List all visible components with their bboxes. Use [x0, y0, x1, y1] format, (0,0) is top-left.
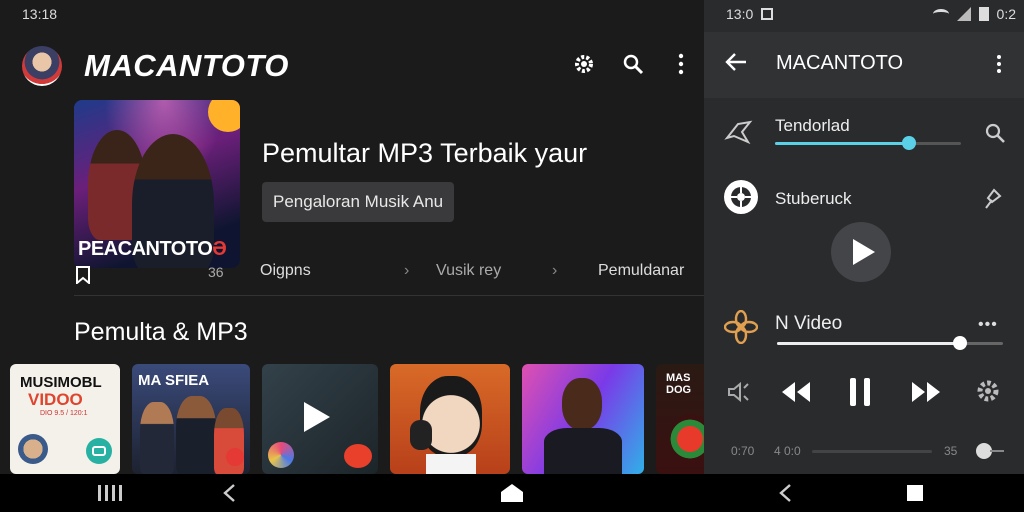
hero-caption: PEACANTOTOƏ — [78, 238, 227, 260]
seek-bar[interactable] — [812, 450, 932, 453]
wifi-icon — [932, 9, 949, 19]
row2-label: Stuberuck — [775, 189, 852, 208]
more-horiz-icon[interactable]: ••• — [978, 316, 998, 334]
overview-nav-icon[interactable] — [900, 474, 930, 512]
chevron-right-icon: › — [552, 262, 558, 279]
pause-icon[interactable] — [848, 376, 872, 413]
headphones-icon — [410, 420, 432, 450]
rewind-icon[interactable] — [780, 380, 812, 409]
status-time: 13:0 — [726, 6, 774, 22]
panel-title: MACANTOTO — [776, 52, 904, 74]
pin-icon[interactable] — [980, 186, 1002, 217]
home-nav-icon[interactable] — [496, 474, 528, 512]
bookmark-count: 36 — [208, 264, 224, 280]
back-arrow-icon[interactable] — [724, 52, 748, 77]
notification-icon — [761, 8, 774, 20]
play-button[interactable] — [831, 222, 891, 282]
more-vert-icon[interactable] — [996, 54, 1002, 79]
status-right: 0:2 — [932, 6, 1016, 22]
time-mid: 4 0:0 — [774, 444, 801, 458]
video-progress-slider[interactable] — [777, 336, 1003, 350]
album-tile[interactable]: MAS DOG — [656, 364, 704, 474]
play-icon[interactable] — [302, 400, 332, 439]
system-nav-bar — [0, 474, 1024, 512]
bookmark-icon[interactable] — [76, 266, 90, 289]
slider-thumb[interactable] — [901, 136, 916, 150]
search-icon[interactable] — [619, 50, 647, 78]
bird-icon — [724, 118, 754, 151]
row1-label: Tendorlad — [775, 116, 850, 135]
album-tile[interactable]: MA SFIEA — [132, 364, 250, 474]
recents-icon[interactable] — [90, 474, 130, 512]
status-time: 13:18 — [22, 6, 58, 22]
hero-heading: Pemultar MP3 Terbaik yaur — [262, 138, 588, 168]
flower-icon — [723, 309, 759, 349]
time-elapsed: 0:70 — [731, 444, 755, 458]
avatar[interactable] — [22, 46, 62, 86]
battery-icon — [978, 7, 989, 21]
settings-gear-icon[interactable] — [975, 378, 1001, 409]
avatar — [18, 434, 48, 464]
vinyl-icon — [724, 180, 758, 214]
main-app: 13:18 MACANTOTO PEACANTOTOƏ Pemultar MP3… — [0, 0, 704, 474]
record-icon[interactable] — [344, 444, 372, 468]
breadcrumb: 36 Oigpns › Vusik rey › Pemuldanar — [74, 262, 704, 296]
slider-thumb[interactable] — [953, 336, 968, 350]
crumb-item-1[interactable]: Oigpns — [260, 262, 311, 280]
row3-label: N Video — [775, 313, 843, 334]
album-tile[interactable] — [522, 364, 644, 474]
app-logo-icon — [268, 442, 294, 468]
settings-gear-icon[interactable] — [570, 50, 598, 78]
search-icon[interactable] — [984, 122, 1006, 149]
album-tile[interactable] — [390, 364, 510, 474]
app-title: MACANTOTO — [84, 48, 289, 83]
share-icon[interactable] — [86, 438, 112, 464]
back-nav-icon[interactable] — [214, 474, 244, 512]
crumb-item-2[interactable]: Vusik rey — [436, 262, 501, 280]
volume-slider[interactable] — [775, 136, 961, 150]
chevron-right-icon: › — [404, 262, 410, 279]
album-tile[interactable]: MUSIMOBL VIDOO DIO 9.5 / 120:1 — [10, 364, 120, 474]
library-button[interactable]: Pengaloran Musik Anu — [262, 182, 455, 222]
video-tile[interactable] — [262, 364, 378, 474]
more-vert-icon[interactable] — [667, 50, 695, 78]
back-nav-icon[interactable] — [770, 474, 800, 512]
speaker-icon[interactable] — [726, 380, 752, 409]
seek-tail — [990, 450, 1004, 452]
signal-icon — [956, 7, 971, 21]
time-remaining: 35 — [944, 444, 958, 458]
crumb-item-3[interactable]: Pemuldanar — [598, 262, 684, 280]
heart-icon[interactable] — [226, 448, 244, 466]
fast-forward-icon[interactable] — [910, 380, 942, 409]
section-title: Pemulta & MP3 — [74, 318, 248, 346]
